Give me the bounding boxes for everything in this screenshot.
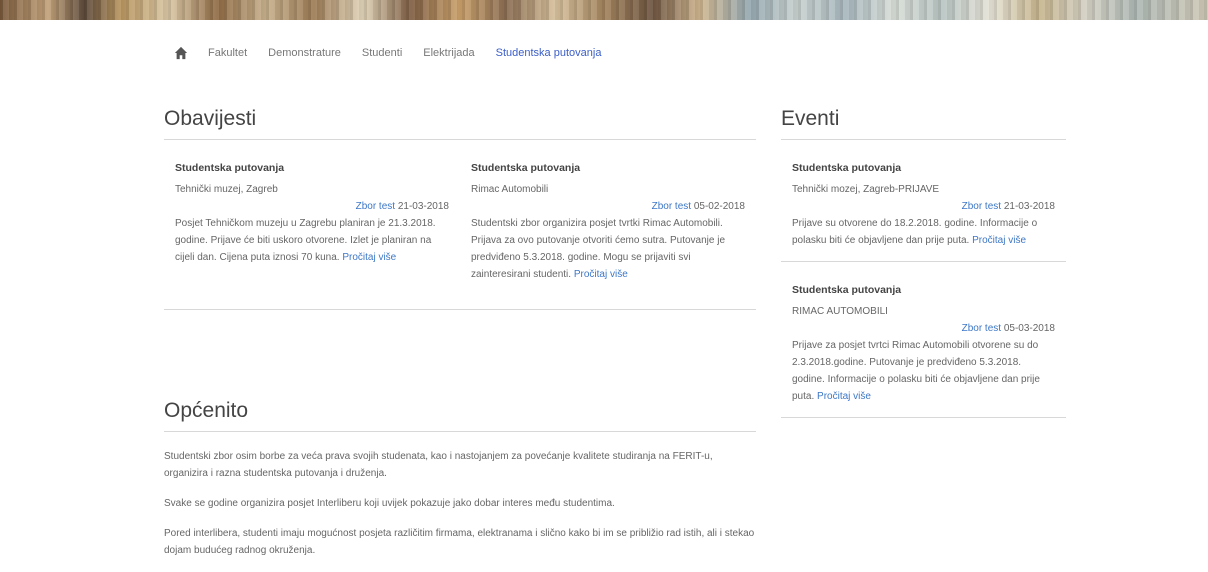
news-author-link[interactable]: Zbor test [356,201,395,212]
obavijesti-cards: Studentska putovanja Tehnički muzej, Zag… [164,140,756,310]
eventi-section: Eventi Studentska putovanja Tehnički moz… [781,107,1066,418]
event-body: Prijave su otvorene do 18.2.2018. godine… [792,215,1055,249]
event-meta: Zbor test 05-03-2018 [792,320,1055,337]
news-date: 21-03-2018 [397,201,449,212]
event-item: Studentska putovanja RIMAC AUTOMOBILI Zb… [781,262,1066,418]
read-more-link[interactable]: Pročitaj više [574,269,628,280]
news-author-link[interactable]: Zbor test [652,201,691,212]
news-card: Studentska putovanja Rimac Automobili Zb… [471,160,745,283]
event-subtitle: RIMAC AUTOMOBILI [792,306,888,317]
header-banner-image [0,0,1208,20]
nav-item-fakultet[interactable]: Fakultet [208,47,247,59]
nav-item-studenti[interactable]: Studenti [362,47,402,59]
eventi-heading: Eventi [781,107,1066,140]
news-subtitle: Tehnički muzej, Zagreb [175,184,278,195]
event-body: Prijave za posjet tvrtci Rimac Automobil… [792,337,1055,405]
opcenito-paragraph: Pored interlibera, studenti imaju mogućn… [164,528,755,556]
news-body-text: Posjet Tehničkom muzeju u Zagrebu planir… [175,218,436,263]
read-more-link[interactable]: Pročitaj više [817,391,871,402]
nav-item-studentska-putovanja[interactable]: Studentska putovanja [496,47,602,59]
main-nav: Fakultet Demonstrature Studenti Elektrij… [174,44,622,62]
news-meta: Zbor test 05-02-2018 [471,198,745,215]
opcenito-paragraph: Svake se godine organizira posjet Interl… [164,498,615,509]
read-more-link[interactable]: Pročitaj više [972,235,1026,246]
event-subtitle: Tehnički mozej, Zagreb-PRIJAVE [792,184,940,195]
news-category: Studentska putovanja [175,162,285,174]
event-date: 05-03-2018 [1003,323,1055,334]
nav-item-elektrijada[interactable]: Elektrijada [423,47,474,59]
news-meta: Zbor test 21-03-2018 [175,198,449,215]
news-subtitle: Rimac Automobili [471,184,549,195]
news-body: Studentski zbor organizira posjet tvrtki… [471,215,745,283]
news-date: 05-02-2018 [693,201,745,212]
read-more-link[interactable]: Pročitaj više [342,252,396,263]
opcenito-paragraph: Studentski zbor osim borbe za veća prava… [164,451,713,479]
news-body: Posjet Tehničkom muzeju u Zagrebu planir… [175,215,449,266]
event-meta: Zbor test 21-03-2018 [792,198,1055,215]
nav-item-demonstrature[interactable]: Demonstrature [268,47,341,59]
obavijesti-section: Obavijesti Studentska putovanja Tehnički… [164,107,756,310]
obavijesti-heading: Obavijesti [164,107,756,140]
opcenito-section: Općenito Studentski zbor osim borbe za v… [164,399,756,572]
event-category: Studentska putovanja [792,284,902,296]
opcenito-heading: Općenito [164,399,756,432]
news-card: Studentska putovanja Tehnički muzej, Zag… [175,160,449,283]
event-item: Studentska putovanja Tehnički mozej, Zag… [781,140,1066,262]
news-category: Studentska putovanja [471,162,581,174]
event-category: Studentska putovanja [792,162,902,174]
event-date: 21-03-2018 [1003,201,1055,212]
home-icon[interactable] [174,46,188,60]
event-author-link[interactable]: Zbor test [962,201,1001,212]
event-author-link[interactable]: Zbor test [962,323,1001,334]
